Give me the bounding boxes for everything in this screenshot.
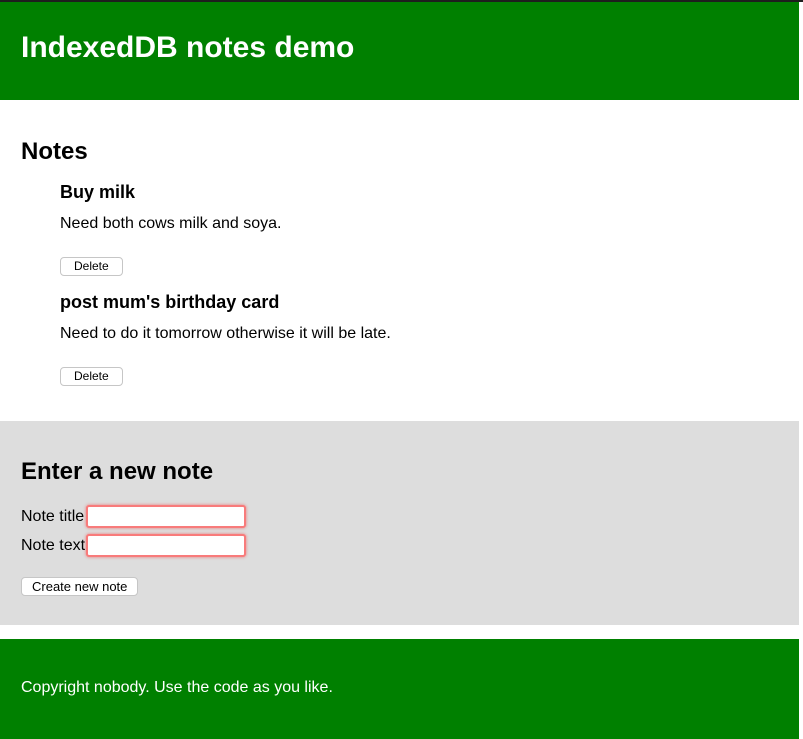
note-body: Need both cows milk and soya. [60,215,799,233]
note-title: Buy milk [60,182,799,203]
footer-copyright-text: Copyright nobody. Use the code as you li… [21,679,799,697]
note-text-input[interactable] [86,534,246,557]
app-footer: Copyright nobody. Use the code as you li… [0,639,799,739]
note-title-label: Note title [21,508,86,526]
note-text-label: Note text [21,537,86,555]
note-text-row: Note text [21,534,799,557]
note-delete-button[interactable]: Delete [60,367,123,386]
note-item: post mum's birthday card Need to do it t… [60,292,799,386]
new-note-section: Enter a new note Note title Note text Cr… [0,421,799,626]
note-title: post mum's birthday card [60,292,799,313]
create-new-note-button[interactable]: Create new note [21,577,138,596]
note-delete-button[interactable]: Delete [60,257,123,276]
notes-section: Notes Buy milk Need both cows milk and s… [0,100,799,421]
note-title-row: Note title [21,505,799,528]
app-header: IndexedDB notes demo [0,2,799,100]
page-title: IndexedDB notes demo [0,2,799,66]
page: IndexedDB notes demo Notes Buy milk Need… [0,2,799,739]
note-item: Buy milk Need both cows milk and soya. D… [60,182,799,276]
notes-heading: Notes [21,138,799,166]
note-body: Need to do it tomorrow otherwise it will… [60,325,799,343]
note-title-input[interactable] [86,505,246,528]
notes-list: Buy milk Need both cows milk and soya. D… [21,182,799,386]
new-note-heading: Enter a new note [21,458,799,486]
